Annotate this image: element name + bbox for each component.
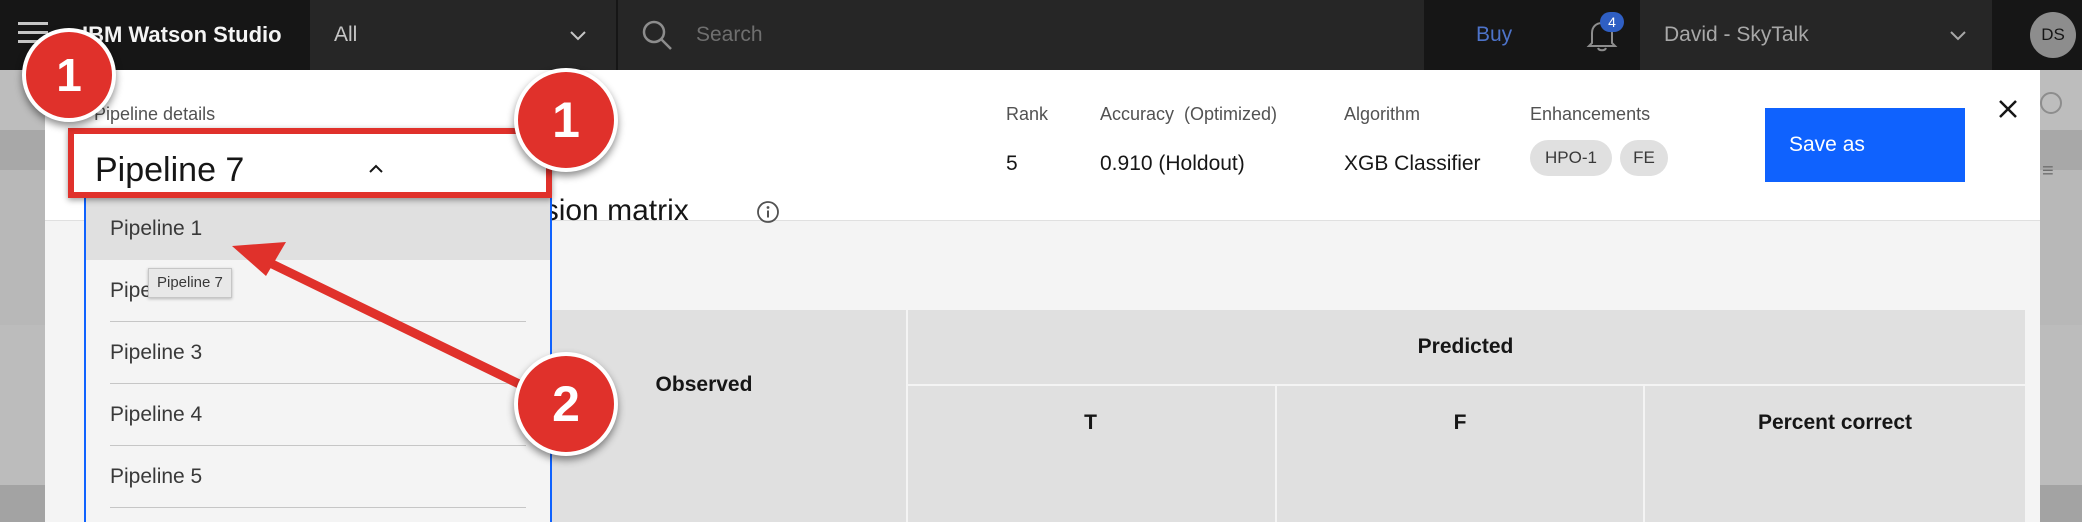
scope-dropdown[interactable]: All xyxy=(310,0,616,70)
annotation-badge: 1 xyxy=(22,28,116,122)
buy-link[interactable]: Buy xyxy=(1476,0,1512,70)
user-avatar[interactable]: DS xyxy=(2030,12,2076,58)
search-icon xyxy=(642,20,672,50)
search-bar[interactable]: Search xyxy=(618,0,1424,70)
pipeline-option[interactable]: Pipeline 4 xyxy=(86,384,550,446)
info-icon[interactable] xyxy=(756,200,780,224)
enhancements-label: Enhancements xyxy=(1530,104,1651,124)
accuracy-label: Accuracy (Optimized) xyxy=(1100,104,1278,124)
account-name: David - SkyTalk xyxy=(1664,23,1809,46)
pipeline-option-label: Pipeline 5 xyxy=(110,465,203,488)
predicted-header: Predicted xyxy=(1417,335,1514,358)
confusion-matrix-table: Observed Predicted T F Percent correct xyxy=(502,310,2025,522)
chevron-down-icon xyxy=(570,31,586,41)
pipeline-option-label: Pipeline 1 xyxy=(110,217,203,240)
info-icon xyxy=(2040,92,2062,114)
rank-label: Rank xyxy=(1006,104,1049,124)
search-input[interactable]: Search xyxy=(696,0,763,70)
rank-value: 5 xyxy=(1006,152,1018,175)
chevron-down-icon xyxy=(1950,31,1966,41)
scope-dropdown-label: All xyxy=(334,23,358,46)
annotation-badge: 2 xyxy=(514,352,618,456)
pipeline-option-label: Pipeline 3 xyxy=(110,341,203,364)
save-as-button[interactable]: Save as xyxy=(1765,108,1965,182)
algorithm-value: XGB Classifier xyxy=(1344,152,1481,175)
enhancement-tag: FE xyxy=(1620,140,1668,176)
column-header-f: F xyxy=(1453,411,1467,434)
menu-separator xyxy=(110,507,526,508)
pipeline-dropdown-menu: Pipeline 1 Pipeline 2 Pipeline 3 Pipelin… xyxy=(84,198,552,522)
menu-icon: ≡ xyxy=(2042,160,2054,182)
pipeline-option[interactable]: Pipeline 3 xyxy=(86,322,550,384)
accuracy-value: 0.910 (Holdout) xyxy=(1100,152,1245,175)
annotation-highlight-box xyxy=(68,128,552,198)
pipeline-option-label: Pipeline 4 xyxy=(110,403,203,426)
tooltip: Pipeline 7 xyxy=(148,268,232,298)
top-nav-bar: IBM Watson Studio All Search Buy 4 David… xyxy=(0,0,2082,70)
account-switcher[interactable]: David - SkyTalk xyxy=(1640,0,1992,70)
pipeline-option[interactable]: Pipeline 5 xyxy=(86,446,550,508)
column-header-percent-correct: Percent correct xyxy=(1757,411,1913,434)
algorithm-label: Algorithm xyxy=(1344,104,1421,124)
notification-count-badge: 4 xyxy=(1600,12,1624,32)
pipeline-option[interactable]: Pipeline 1 xyxy=(86,198,550,260)
annotation-badge: 1 xyxy=(514,68,618,172)
column-header-t: T xyxy=(1084,411,1097,434)
close-icon[interactable] xyxy=(1993,94,2023,124)
enhancement-tag: HPO-1 xyxy=(1530,140,1612,176)
pipeline-details-label: Pipeline details xyxy=(94,104,216,124)
